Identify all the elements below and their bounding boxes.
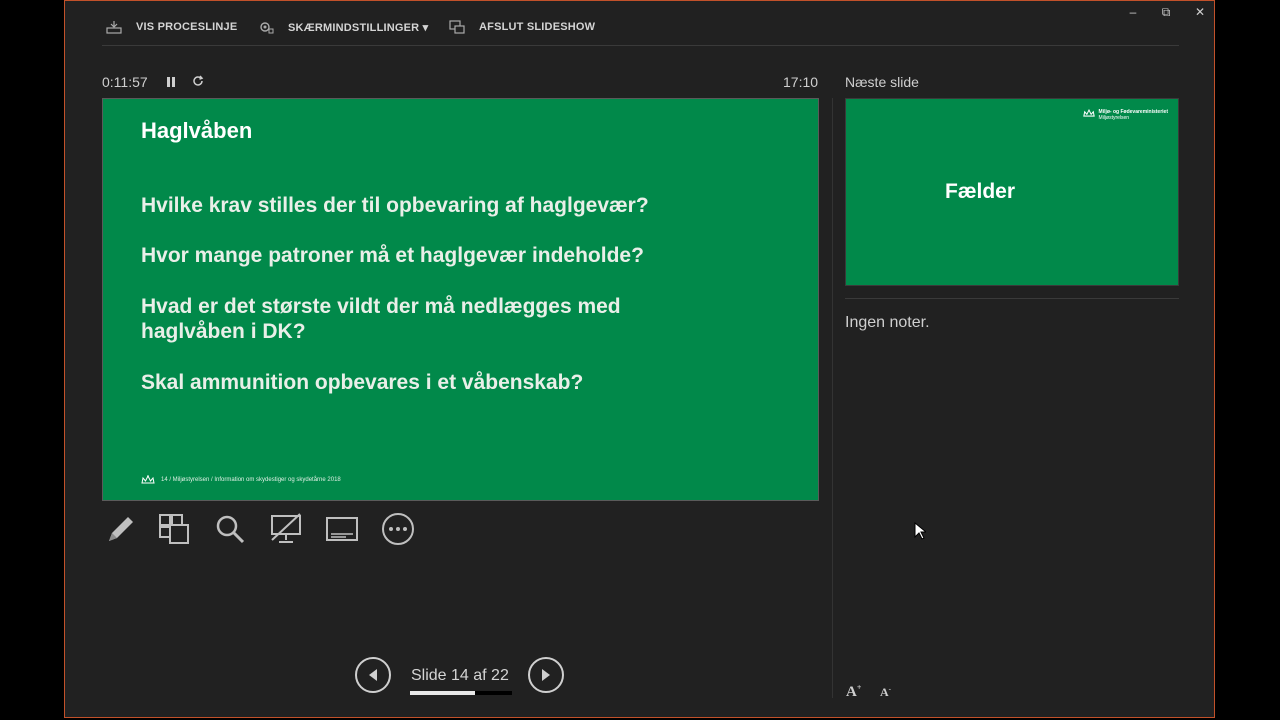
minimize-button[interactable]: – [1123, 5, 1143, 19]
slide-progress-fill [410, 691, 475, 695]
close-button[interactable]: ✕ [1190, 5, 1210, 19]
toolbar-divider [102, 45, 1179, 46]
next-slide-heading: Næste slide [845, 74, 919, 90]
current-time: 17:10 [783, 74, 819, 90]
slide-question-2: Hvor mange patroner må et haglgevær inde… [141, 244, 644, 267]
increase-font-button[interactable]: A+ [846, 683, 861, 701]
pane-divider[interactable] [832, 98, 833, 698]
notes-divider [845, 298, 1179, 299]
slide-counter[interactable]: Slide 14 af 22 [411, 667, 509, 685]
more-icon [382, 513, 414, 545]
black-screen-button[interactable] [267, 510, 305, 548]
zoom-button[interactable] [211, 510, 249, 548]
end-slideshow-icon [449, 20, 465, 34]
slide-footer-text: 14 / Miljøstyrelsen / Information om sky… [161, 477, 341, 483]
more-options-button[interactable] [379, 510, 417, 548]
logo-line-2: Miljøstyrelsen [1098, 115, 1130, 121]
taskbar-icon [106, 21, 122, 34]
restore-button[interactable]: ⧉ [1156, 5, 1176, 20]
crown-logo-icon [1082, 109, 1095, 117]
display-settings-button[interactable]: SKÆRMINDSTILLINGER ▾ [258, 20, 428, 34]
slide-question-4: Skal ammunition opbevares i et våbenskab… [141, 371, 584, 394]
pen-icon [109, 517, 133, 541]
end-slideshow-label: AFSLUT SLIDESHOW [479, 21, 596, 33]
gear-icon [260, 22, 274, 34]
triangle-right-icon [542, 669, 550, 681]
end-slideshow-button[interactable]: AFSLUT SLIDESHOW [449, 20, 595, 34]
elapsed-timer: 0:11:57 [102, 74, 148, 90]
slide-progress-bar [410, 691, 512, 695]
slide-question-1: Hvilke krav stilles der til opbevaring a… [141, 194, 649, 217]
decrease-font-button[interactable]: A- [880, 685, 891, 700]
speaker-notes: Ingen noter. [845, 314, 930, 331]
pen-tool-button[interactable] [101, 510, 139, 548]
previous-slide-button[interactable] [355, 657, 391, 693]
slide-question-3: Hvad er det største vildt der må nedlægg… [141, 295, 621, 343]
next-slide-preview[interactable]: Miljø- og Fødevareministeriet Miljøstyre… [845, 98, 1179, 286]
current-slide[interactable]: Haglvåben Hvilke krav stilles der til op… [102, 98, 819, 501]
slide-title: Haglvåben [141, 118, 253, 143]
refresh-icon [193, 75, 204, 86]
show-taskbar-label: VIS PROCESLINJE [136, 21, 238, 33]
next-slide-button[interactable] [528, 657, 564, 693]
subtitles-button[interactable] [323, 510, 361, 548]
next-slide-title: Fælder [945, 180, 1016, 203]
presenter-view-window: VIS PROCESLINJE SKÆRMINDSTILLINGER ▾ AFS… [64, 0, 1215, 718]
cursor-arrow-icon [914, 521, 928, 540]
mouse-cursor [914, 521, 928, 545]
screen-off-icon [271, 513, 301, 543]
display-settings-label: SKÆRMINDSTILLINGER ▾ [288, 21, 429, 34]
magnifier-icon [216, 515, 245, 544]
crown-logo-icon [141, 475, 155, 484]
slides-grid-icon [159, 514, 189, 544]
restart-timer-button[interactable] [191, 74, 205, 93]
triangle-left-icon [369, 669, 377, 681]
ministry-logo: Miljø- og Fødevareministeriet Miljøstyre… [1082, 109, 1168, 121]
see-all-slides-button[interactable] [155, 510, 193, 548]
slide-footer: 14 / Miljøstyrelsen / Information om sky… [141, 475, 341, 485]
subtitles-icon [326, 517, 358, 541]
pause-timer-button[interactable] [166, 75, 176, 93]
show-taskbar-button[interactable]: VIS PROCESLINJE [106, 20, 237, 34]
pause-icon [167, 77, 175, 87]
